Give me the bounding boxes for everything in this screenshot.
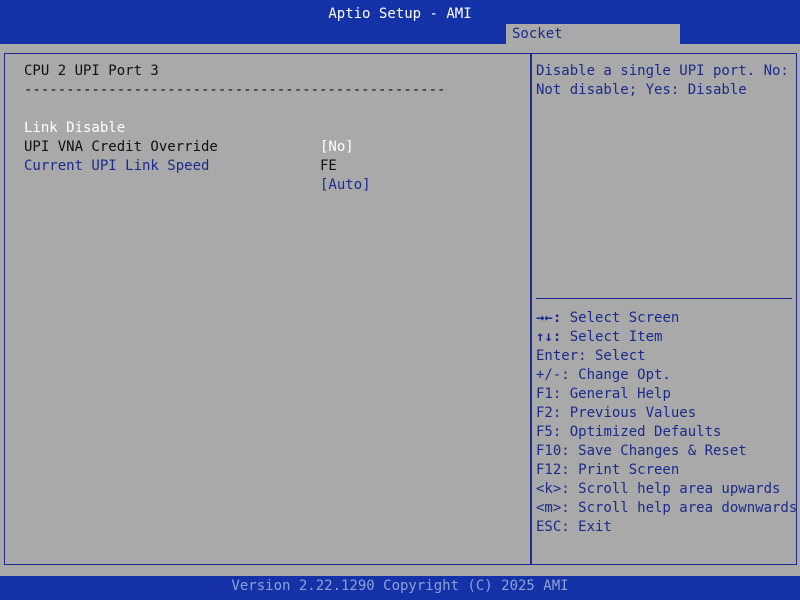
settings-panel: CPU 2 UPI Port 3 -----------------------… [24,62,524,193]
key-change-opt: +/-: Change Opt. [536,366,796,385]
key-optimized-defaults: F5: Optimized Defaults [536,423,796,442]
setting-row-current-upi-link-speed[interactable]: Current UPI Link Speed [Auto] [24,138,524,193]
key-previous-values: F2: Previous Values [536,404,796,423]
key-select-screen: →←: Select Screen [536,309,796,328]
version-copyright: Version 2.22.1290 Copyright (C) 2025 AMI [231,578,569,594]
key-scroll-up: <k>: Scroll help area upwards [536,480,796,499]
key-enter-desc: Select [586,348,646,364]
top-bar: Aptio Setup - AMI Socket Configuration [0,0,800,62]
key-print-screen-key: F12: [536,462,570,478]
key-select-item-desc: Select Item [561,329,663,345]
key-enter: Enter: Select [536,347,796,366]
key-change-opt-desc: Change Opt. [569,367,671,383]
setting-value-upi-vna-credit-override: FE [320,158,337,174]
app-title: Aptio Setup - AMI [328,6,472,22]
key-select-item: ↑↓: Select Item [536,328,796,347]
help-divider [536,298,792,299]
key-scroll-up-key: <k>: [536,481,570,497]
key-optimized-defaults-desc: Optimized Defaults [561,424,722,440]
key-save-reset-desc: Save Changes & Reset [569,443,747,459]
key-general-help-key: F1: [536,386,562,402]
key-select-screen-key: →←: [536,310,562,326]
key-exit: ESC: Exit [536,518,796,537]
section-separator: ----------------------------------------… [24,82,446,98]
key-scroll-down-key: <m>: [536,500,570,516]
key-save-reset: F10: Save Changes & Reset [536,442,796,461]
key-scroll-up-desc: Scroll help area upwards [569,481,781,497]
key-legend: →←: Select Screen ↑↓: Select Item Enter:… [536,309,798,537]
key-general-help-desc: General Help [561,386,671,402]
key-change-opt-key: +/-: [536,367,570,383]
key-general-help: F1: General Help [536,385,796,404]
key-save-reset-key: F10: [536,443,570,459]
setting-row-link-disable[interactable]: Link Disable [No] [24,100,524,155]
panel-divider [530,53,532,565]
key-previous-values-desc: Previous Values [561,405,697,421]
key-exit-desc: Exit [569,519,612,535]
key-scroll-down: <m>: Scroll help area downwards [536,499,798,518]
key-enter-key: Enter: [536,348,587,364]
tab-socket-configuration[interactable]: Socket Configuration [506,24,680,62]
key-print-screen-desc: Print Screen [569,462,680,478]
key-optimized-defaults-key: F5: [536,424,562,440]
key-previous-values-key: F2: [536,405,562,421]
key-select-screen-desc: Select Screen [561,310,680,326]
help-text: Disable a single UPI port. No: Not disab… [536,63,789,98]
setting-value-current-upi-link-speed[interactable]: [Auto] [320,176,371,195]
setting-row-upi-vna-credit-override: UPI VNA Credit Override FE [24,119,524,174]
footer-bar: Version 2.22.1290 Copyright (C) 2025 AMI [0,576,800,600]
key-exit-key: ESC: [536,519,570,535]
section-title: CPU 2 UPI Port 3 [24,63,159,79]
key-select-item-key: ↑↓: [536,329,562,345]
key-scroll-down-desc: Scroll help area downwards [569,500,798,516]
setting-label-current-upi-link-speed: Current UPI Link Speed [24,158,210,174]
key-print-screen: F12: Print Screen [536,461,796,480]
